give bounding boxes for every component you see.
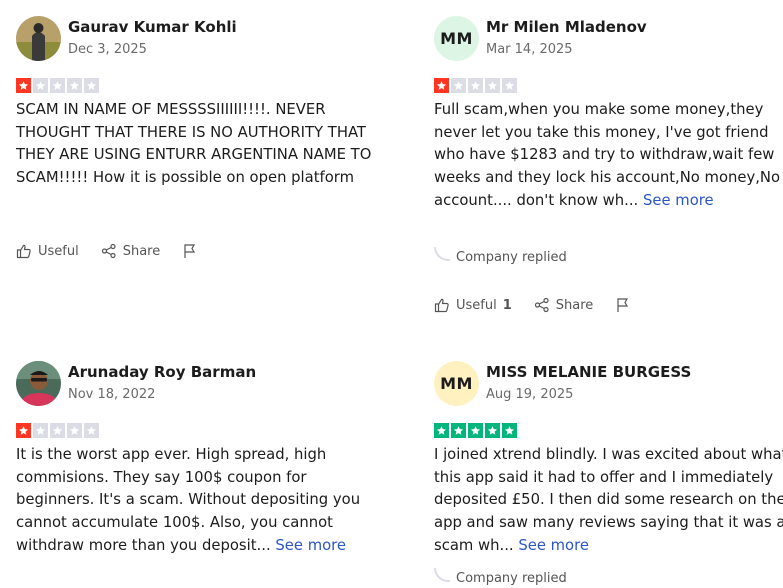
review-text: I joined xtrend blindly. I was excited a…: [434, 446, 783, 554]
review-header: Arunaday Roy Barman Nov 18, 2022: [16, 360, 366, 406]
star-icon: [502, 78, 517, 93]
company-replied-label: Company replied: [456, 250, 567, 265]
thumbs-up-icon: [434, 298, 449, 313]
avatar-initials: MM: [440, 374, 473, 393]
reply-connector: [434, 247, 450, 261]
report-button[interactable]: [182, 243, 198, 259]
share-label: Share: [555, 297, 594, 313]
review-actions: Useful 1 Share: [434, 297, 653, 313]
useful-label: Useful: [38, 243, 79, 259]
review-card: Arunaday Roy Barman Nov 18, 2022 It is t…: [16, 360, 366, 554]
star-rating: [434, 78, 517, 93]
review-header: Gaurav Kumar Kohli Dec 3, 2025: [16, 15, 366, 61]
useful-button[interactable]: Useful 1: [434, 297, 512, 313]
review-header: MM MISS MELANIE BURGESS Aug 19, 2025: [434, 360, 783, 406]
star-icon: [485, 78, 500, 93]
review-body[interactable]: SCAM IN NAME OF MESSSSIIIIII!!!!. NEVER …: [16, 99, 376, 190]
reviewer-name[interactable]: Mr Milen Mladenov: [486, 18, 647, 36]
reviewer-name[interactable]: Arunaday Roy Barman: [68, 363, 256, 381]
review-text: Full scam,when you make some money,they …: [434, 101, 781, 209]
review-body[interactable]: I joined xtrend blindly. I was excited a…: [434, 444, 783, 558]
reviewer-name[interactable]: Gaurav Kumar Kohli: [68, 18, 237, 36]
company-replied[interactable]: Company replied: [434, 247, 567, 265]
thumbs-up-icon: [16, 244, 31, 259]
review-header: MM Mr Milen Mladenov Mar 14, 2025: [434, 15, 783, 61]
star-icon: [33, 423, 48, 438]
review-actions: Useful Share: [16, 243, 220, 259]
see-more-link[interactable]: See more: [275, 537, 346, 554]
star-icon: [451, 78, 466, 93]
flag-icon: [184, 244, 196, 258]
share-icon: [534, 297, 549, 313]
star-icon: [16, 78, 31, 93]
star-rating: [16, 78, 99, 93]
share-icon: [101, 243, 116, 259]
star-icon: [502, 423, 517, 438]
avatar[interactable]: [16, 361, 61, 406]
reviewer-name[interactable]: MISS MELANIE BURGESS: [486, 363, 691, 381]
review-text: SCAM IN NAME OF MESSSSIIIIII!!!!. NEVER …: [16, 101, 372, 187]
avatar[interactable]: [16, 16, 61, 61]
report-button[interactable]: [615, 297, 631, 313]
company-replied-label: Company replied: [456, 571, 567, 586]
review-date: Mar 14, 2025: [486, 42, 573, 57]
star-icon: [16, 423, 31, 438]
star-icon: [434, 78, 449, 93]
see-more-link[interactable]: See more: [518, 537, 589, 554]
useful-count: 1: [502, 297, 512, 313]
review-date: Nov 18, 2022: [68, 387, 156, 402]
review-card: Gaurav Kumar Kohli Dec 3, 2025 SCAM IN N…: [16, 15, 371, 259]
star-rating: [16, 423, 99, 438]
star-icon: [50, 423, 65, 438]
useful-button[interactable]: Useful: [16, 243, 79, 259]
star-icon: [67, 78, 82, 93]
share-button[interactable]: Share: [101, 243, 161, 259]
share-button[interactable]: Share: [534, 297, 594, 313]
share-label: Share: [122, 243, 161, 259]
avatar[interactable]: MM: [434, 361, 479, 406]
star-icon: [434, 423, 449, 438]
star-icon: [468, 78, 483, 93]
star-rating: [434, 423, 517, 438]
review-card: MM MISS MELANIE BURGESS Aug 19, 2025 I j…: [434, 360, 783, 586]
star-icon: [84, 423, 99, 438]
useful-label: Useful: [456, 297, 497, 313]
star-icon: [33, 78, 48, 93]
star-icon: [451, 423, 466, 438]
star-icon: [67, 423, 82, 438]
star-icon: [485, 423, 500, 438]
company-replied[interactable]: Company replied: [434, 568, 567, 586]
review-date: Aug 19, 2025: [486, 387, 574, 402]
review-body[interactable]: It is the worst app ever. High spread, h…: [16, 444, 376, 558]
star-icon: [50, 78, 65, 93]
review-body[interactable]: Full scam,when you make some money,they …: [434, 99, 783, 213]
star-icon: [468, 423, 483, 438]
see-more-link[interactable]: See more: [643, 192, 714, 209]
review-date: Dec 3, 2025: [68, 42, 147, 57]
flag-icon: [617, 298, 629, 312]
avatar[interactable]: MM: [434, 16, 479, 61]
star-icon: [84, 78, 99, 93]
review-card: MM Mr Milen Mladenov Mar 14, 2025 Full s…: [434, 15, 783, 313]
avatar-initials: MM: [440, 29, 473, 48]
reply-connector: [434, 568, 450, 582]
